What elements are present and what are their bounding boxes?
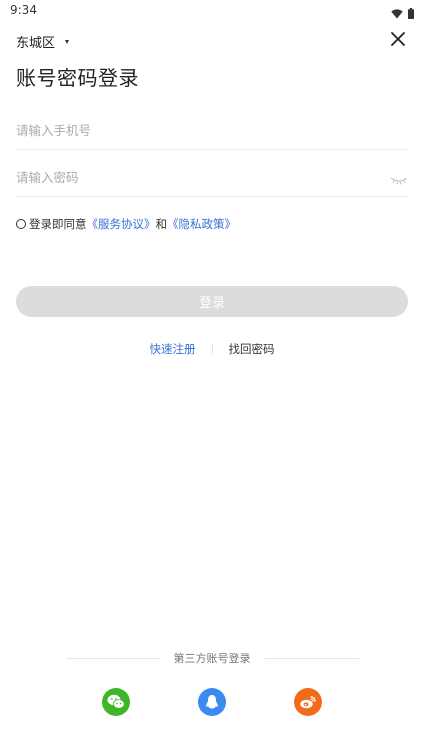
social-login-row: [0, 688, 424, 716]
phone-input[interactable]: [16, 123, 408, 138]
divider-line-left: [65, 657, 160, 659]
status-bar: 9:34: [0, 0, 424, 22]
battery-icon: [408, 4, 414, 23]
status-time: 9:34: [10, 3, 37, 17]
wechat-login-button[interactable]: [102, 688, 130, 716]
eye-closed-icon[interactable]: [390, 171, 408, 185]
agreement-prefix: 登录即同意: [29, 217, 87, 231]
third-party-label: 第三方账号登录: [173, 652, 251, 665]
qq-login-button[interactable]: [198, 688, 226, 716]
status-icons: [391, 4, 414, 23]
quick-register-link[interactable]: 快速注册: [150, 341, 196, 357]
service-agreement-link[interactable]: 《服务协议》: [87, 216, 156, 232]
city-label: 东城区: [16, 36, 56, 51]
city-selector[interactable]: 东城区: [16, 32, 70, 51]
find-password-link[interactable]: 找回密码: [229, 341, 275, 357]
privacy-policy-link[interactable]: 《隐私政策》: [167, 216, 236, 232]
close-icon: [391, 32, 405, 46]
page-title: 账号密码登录: [16, 66, 139, 90]
third-party-divider: 第三方账号登录: [0, 650, 424, 666]
weibo-login-button[interactable]: [294, 688, 322, 716]
sub-links: 快速注册 找回密码: [0, 341, 424, 357]
agreement-radio[interactable]: [16, 219, 26, 229]
wechat-icon: [107, 694, 125, 709]
close-button[interactable]: [390, 31, 406, 47]
agreement-row: 登录即同意 《服务协议》 和 《隐私政策》: [16, 216, 236, 232]
password-input[interactable]: [16, 170, 376, 185]
agreement-and: 和: [155, 217, 168, 231]
qq-icon: [206, 695, 218, 709]
login-button[interactable]: 登录: [16, 286, 408, 317]
wifi-icon: [391, 4, 403, 23]
link-divider: [211, 343, 213, 355]
caret-down-icon: [65, 39, 70, 44]
password-field-container: [16, 167, 408, 197]
phone-field-container: [16, 120, 408, 150]
divider-line-right: [264, 657, 359, 659]
weibo-icon: [300, 696, 316, 709]
